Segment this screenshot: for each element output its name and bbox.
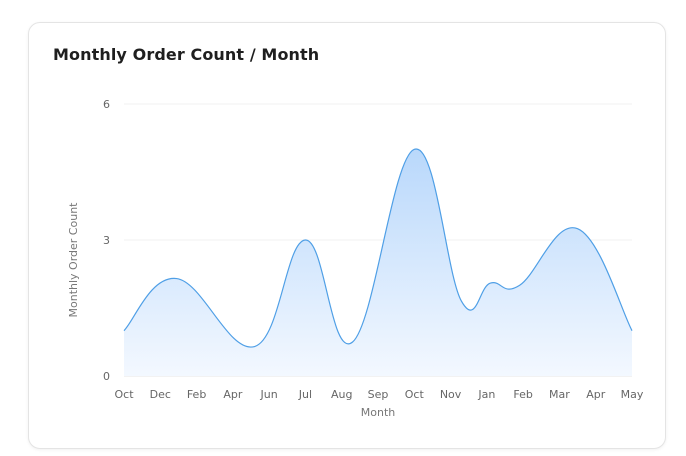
- chart-canvas: 0 3 6 Oct Dec Feb Apr Jun Jul Aug Sep Oct Nov Jan Feb…: [67, 98, 644, 419]
- y-tick-label: 6: [103, 98, 110, 111]
- x-axis-label: Month: [361, 406, 396, 419]
- x-tick-label: May: [621, 388, 644, 401]
- x-tick-label: Oct: [114, 388, 134, 401]
- x-tick-label: Dec: [150, 388, 171, 401]
- y-axis-label: Monthly Order Count: [67, 202, 80, 318]
- x-tick-label: Apr: [586, 388, 606, 401]
- x-tick-label: Oct: [405, 388, 425, 401]
- x-tick-label: Feb: [187, 388, 206, 401]
- x-tick-label: Nov: [440, 388, 462, 401]
- x-tick-label: Mar: [549, 388, 570, 401]
- area-fill: [124, 148, 632, 376]
- x-tick-label: Sep: [368, 388, 389, 401]
- x-tick-label: Aug: [331, 388, 352, 401]
- x-tick-label: Jun: [260, 388, 278, 401]
- x-tick-label: Jul: [298, 388, 312, 401]
- chart-card: Monthly Order Count / Month 036 Oct Dec Fe…: [28, 22, 666, 449]
- y-tick-label: 0: [103, 370, 110, 383]
- y-tick-label: 3: [103, 234, 110, 247]
- x-tick-label: Apr: [223, 388, 243, 401]
- x-tick-label: Jan: [477, 388, 495, 401]
- x-tick-label: Feb: [513, 388, 532, 401]
